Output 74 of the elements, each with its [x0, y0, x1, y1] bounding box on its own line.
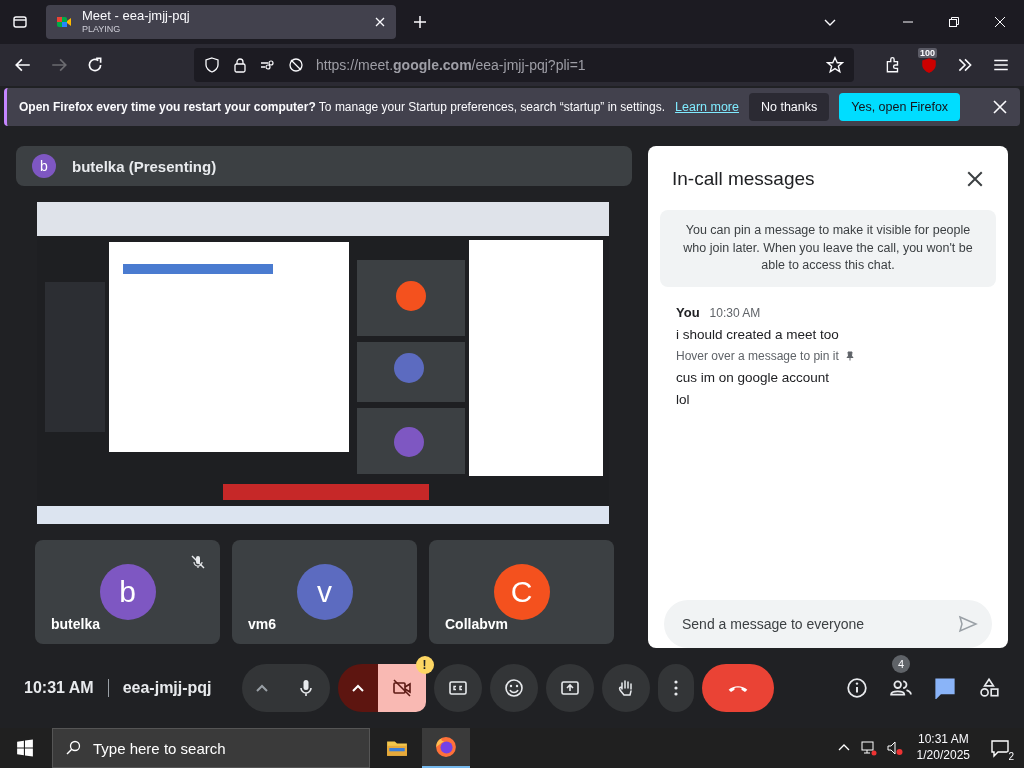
forward-icon[interactable]	[50, 56, 68, 74]
firefox-icon	[435, 736, 457, 758]
info-icon[interactable]	[846, 677, 868, 699]
browser-tab[interactable]: Meet - eea-jmjj-pqj PLAYING	[46, 5, 396, 39]
shield-icon[interactable]	[204, 57, 220, 73]
present-screen-icon	[559, 678, 580, 698]
reload-icon[interactable]	[86, 56, 104, 74]
meeting-code: eea-jmjj-pqj	[122, 679, 212, 697]
clock-time: 10:31 AM	[917, 732, 969, 748]
pin-icon	[844, 350, 855, 361]
captions-icon	[447, 678, 468, 698]
shield-extension-icon[interactable]	[920, 56, 938, 74]
chat-icon[interactable]	[934, 677, 956, 699]
tab-subtitle: PLAYING	[82, 24, 122, 35]
more-icon	[673, 680, 678, 696]
taskbar-app-button[interactable]	[422, 728, 470, 768]
pin-hint: Hover over a message to pin it	[676, 348, 839, 363]
smiley-icon	[503, 678, 524, 698]
camera-icon	[391, 678, 412, 698]
message-bar[interactable]: Send a message to everyone	[664, 600, 992, 648]
url-text: https://meet.google.com/eea-jmjj-pqj?pli=1	[316, 57, 586, 73]
avatar: v	[296, 564, 353, 620]
avatar: b	[99, 564, 156, 620]
message-time: 10:30 AM	[709, 305, 761, 320]
panel-title: In-call messages	[672, 168, 815, 190]
chevrons-right-icon[interactable]	[956, 56, 974, 74]
star-icon[interactable]	[826, 56, 844, 74]
notification-text: Open Firefox every time you restart your computer? To manage your Startup preferences, search “startup” in settings.	[19, 100, 666, 114]
meet-logo-icon	[56, 14, 72, 30]
network-icon[interactable]	[860, 740, 877, 756]
chat-message: i should created a meet too	[676, 326, 839, 342]
captions-button[interactable]	[433, 664, 482, 712]
present-button[interactable]	[545, 664, 594, 712]
notifications-icon[interactable]	[990, 738, 1010, 758]
learn-more-link[interactable]: Learn more	[675, 100, 739, 114]
search-icon	[65, 740, 81, 756]
avatar: b	[32, 154, 56, 178]
pin-notice: You can pin a message to make it visible for people who join later. When you leave the call, you won't be able to access this chat.	[660, 210, 996, 287]
participant-count-badge: 4	[892, 655, 910, 673]
close-icon[interactable]	[966, 170, 984, 188]
tab-title: Meet - eea-jmjj-pqj	[82, 9, 191, 25]
permissions-icon[interactable]	[260, 57, 276, 73]
address-bar[interactable]: https://meet.google.com/eea-jmjj-pqj?pli=1	[194, 48, 854, 82]
sender-name: You	[676, 304, 700, 320]
taskbar-search-field[interactable]: Type here to search	[91, 738, 357, 758]
open-firefox-button[interactable]: Yes, open Firefox	[839, 93, 961, 121]
shapes-icon[interactable]	[978, 677, 1000, 699]
call-time: 10:31 AM	[24, 679, 94, 697]
message-input[interactable]: Send a message to everyone	[680, 615, 958, 633]
leave-call-button[interactable]	[701, 664, 774, 712]
notification-count-badge: 2	[1006, 751, 1016, 762]
speaker-muted-icon[interactable]	[886, 740, 903, 756]
warning-badge: !	[415, 656, 434, 674]
new-tab-icon[interactable]	[412, 14, 428, 30]
chat-message: cus im on google account	[676, 369, 830, 385]
extension-badge: 100	[918, 48, 938, 58]
chat-message: lol	[676, 391, 690, 407]
hang-up-icon	[727, 684, 748, 692]
emoji-button[interactable]	[489, 664, 538, 712]
participant-name: vm6	[248, 616, 277, 632]
raise-hand-button[interactable]	[601, 664, 650, 712]
lock-icon[interactable]	[232, 57, 248, 73]
tab-list-icon[interactable]	[12, 14, 28, 30]
restore-icon[interactable]	[948, 16, 960, 28]
presenter-name: butelka (Presenting)	[72, 157, 217, 175]
dismiss-button[interactable]: No thanks	[749, 93, 830, 121]
mic-button[interactable]	[281, 664, 330, 712]
taskbar-search-bar[interactable]: Type here to search	[52, 728, 370, 768]
windows-start-icon[interactable]	[16, 739, 34, 757]
avatar: C	[493, 564, 550, 620]
back-icon[interactable]	[14, 56, 32, 74]
camera-blocked-icon[interactable]	[288, 57, 304, 73]
clock-date: 1/20/2025	[916, 748, 970, 764]
participant-name: butelka	[51, 616, 100, 632]
